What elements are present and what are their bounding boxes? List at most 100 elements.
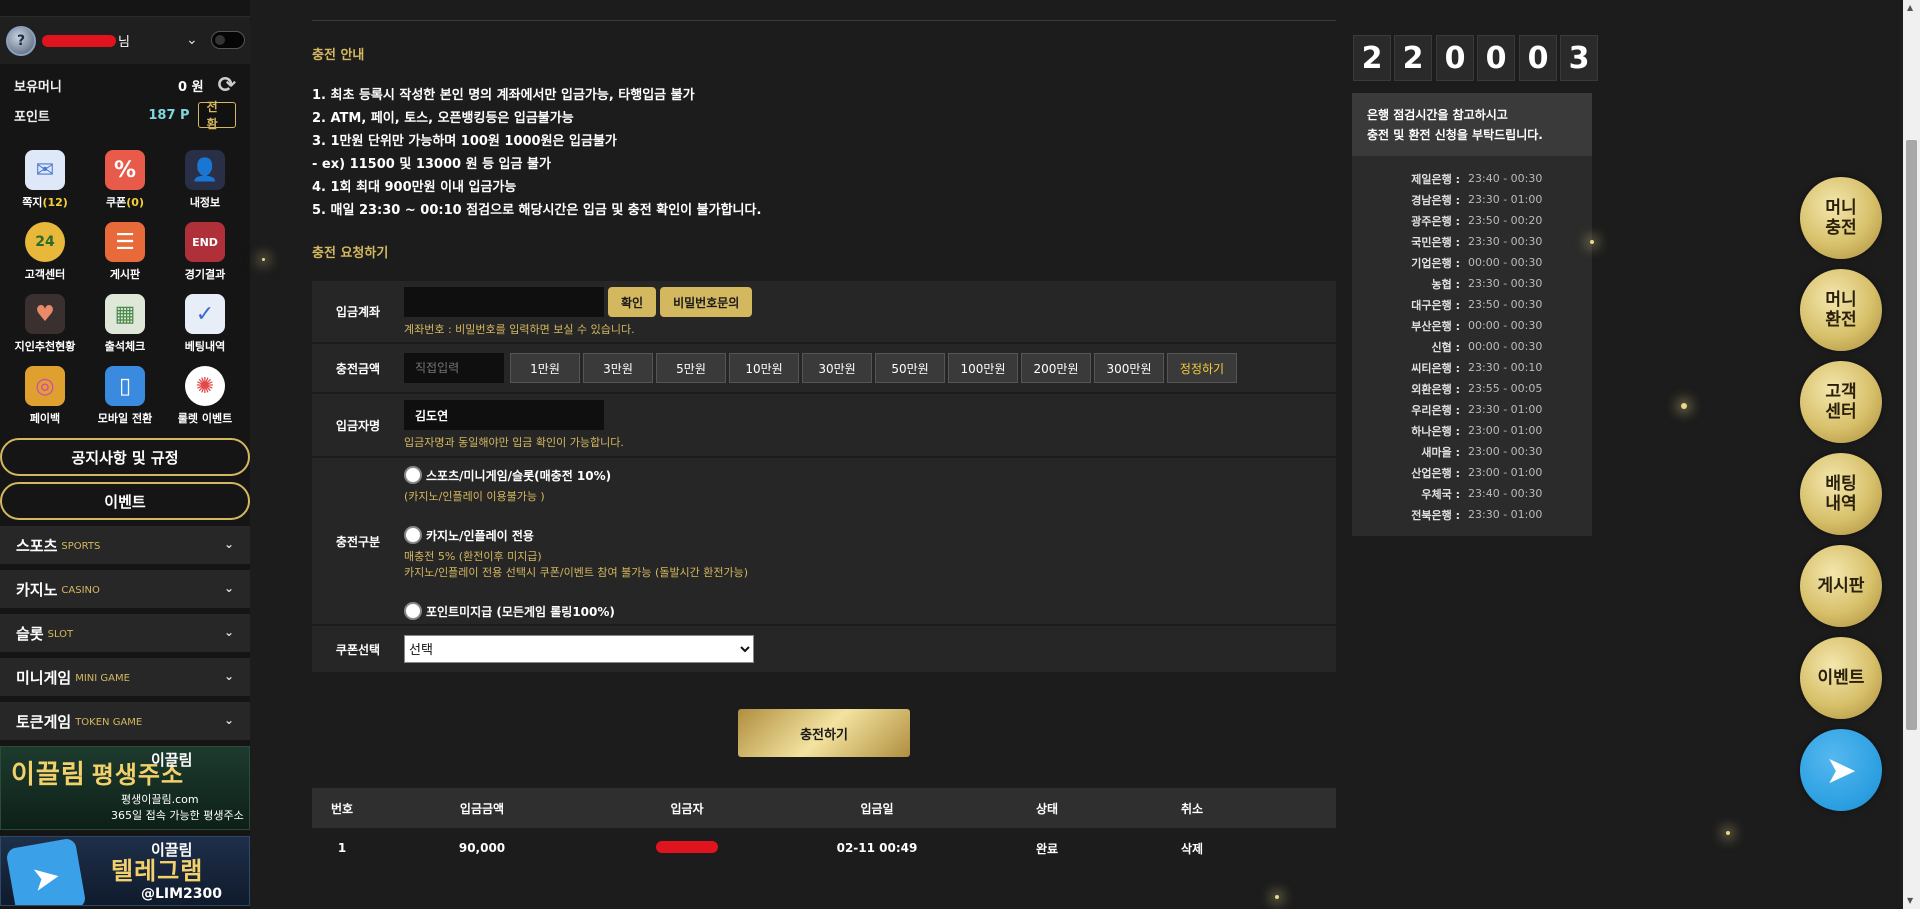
menu-item-label: 내정보 xyxy=(189,196,221,209)
theme-toggle[interactable] xyxy=(211,31,245,49)
telegram-banner[interactable]: 이끌림 텔레그램 @LIM2300 ➤ xyxy=(0,836,250,906)
payback-icon: ◎ xyxy=(25,366,65,406)
category-token-game[interactable]: 토큰게임 TOKEN GAME ⌄ xyxy=(0,702,250,740)
money-exchange-fab[interactable]: 머니 환전 xyxy=(1800,269,1882,351)
option-note: 카지노/인플레이 전용 선택시 쿠폰/이벤트 참여 불가능 (돌발시간 환전가능… xyxy=(404,566,749,579)
user-level-badge-icon: ? xyxy=(6,25,36,56)
notice-list: 1. 최초 등록시 작성한 본인 명의 계좌에서만 입금가능, 타행입금 불가 … xyxy=(312,84,761,222)
event-fab[interactable]: 이벤트 xyxy=(1800,637,1882,719)
scroll-up-icon[interactable]: ▲ xyxy=(1907,3,1913,12)
menu-item-label: 쪽지 xyxy=(22,196,43,209)
menu-item-label: 게시판 xyxy=(109,268,141,281)
charge-option-no-points[interactable]: 포인트미지급 (모든게임 롤링100%) xyxy=(404,602,1336,620)
amount-500k-button[interactable]: 50만원 xyxy=(875,353,945,383)
radio-button[interactable] xyxy=(404,526,422,544)
amount-2m-button[interactable]: 200만원 xyxy=(1021,353,1091,383)
menu-item-coupon[interactable]: % 쿠폰(0) xyxy=(85,150,165,210)
category-label-en: CASINO xyxy=(61,585,100,596)
user-bar: ? 님 ⌄ xyxy=(0,16,250,64)
amount-50k-button[interactable]: 5만원 xyxy=(656,353,726,383)
notice-line: - ex) 11500 및 13000 원 등 입금 불가 xyxy=(312,157,551,172)
menu-item-payback[interactable]: ◎ 페이백 xyxy=(5,366,85,426)
amount-3m-button[interactable]: 300만원 xyxy=(1094,353,1164,383)
category-sports[interactable]: 스포츠 SPORTS ⌄ xyxy=(0,526,250,564)
charge-submit-button[interactable]: 충전하기 xyxy=(738,709,910,757)
bank-panel-header: 은행 점검시간을 참고하시고 충전 및 환전 신청을 부탁드립니다. xyxy=(1352,93,1592,156)
convert-points-button[interactable]: 전환 xyxy=(197,100,236,131)
menu-item-label: 고객센터 xyxy=(24,268,66,281)
charge-type-row: 충전구분 스포츠/미니게임/슬롯(매충전 10%) (카지노/인플레이 이용불가… xyxy=(312,458,1336,626)
amount-30k-button[interactable]: 3만원 xyxy=(583,353,653,383)
charge-option-casino[interactable]: 카지노/인플레이 전용 xyxy=(404,526,1336,544)
scroll-thumb[interactable] xyxy=(1906,140,1917,730)
menu-item-message[interactable]: ✉ 쪽지(12) xyxy=(5,150,85,210)
menu-item-customer-center[interactable]: 24 고객센터 xyxy=(5,222,85,282)
option-note: 매충전 5% (환전이후 미지급) xyxy=(404,550,542,563)
password-inquiry-button[interactable]: 비밀번호문의 xyxy=(660,287,753,317)
notice-rules-button[interactable]: 공지사항 및 규정 xyxy=(0,438,250,476)
menu-item-mobile[interactable]: ▯ 모바일 전환 xyxy=(85,366,165,426)
the-end-icon: END xyxy=(185,222,225,262)
money-label: 보유머니 xyxy=(14,79,62,95)
menu-item-bet-history[interactable]: ✓ 베팅내역 xyxy=(165,294,245,354)
menu-item-board[interactable]: ☰ 게시판 xyxy=(85,222,165,282)
menu-item-roulette[interactable]: ✺ 룰렛 이벤트 xyxy=(165,366,245,426)
coupon-row: 쿠폰선택 선택 xyxy=(312,626,1336,674)
amount-10k-button[interactable]: 1만원 xyxy=(510,353,580,383)
banner-handle: @LIM2300 xyxy=(141,885,223,902)
bank-row: 경남은행 :23:30 - 01:00 xyxy=(1411,193,1543,207)
depositor-name-field[interactable]: 김도연 xyxy=(404,400,604,430)
money-charge-fab[interactable]: 머니 충전 xyxy=(1800,177,1882,259)
chevron-down-icon: ⌄ xyxy=(223,581,234,595)
page-scrollbar[interactable]: ▲ ▼ xyxy=(1903,0,1920,909)
money-row: 보유머니 0 원 ⟳ xyxy=(14,70,236,100)
event-button[interactable]: 이벤트 xyxy=(0,482,250,520)
bet-history-fab[interactable]: 배팅 내역 xyxy=(1800,453,1882,535)
account-password-input[interactable] xyxy=(404,287,604,317)
bank-row: 새마을 :23:00 - 00:30 xyxy=(1421,445,1543,459)
menu-item-my-info[interactable]: 👤 내정보 xyxy=(165,150,245,210)
category-label: 미니게임 xyxy=(16,668,72,687)
radio-button[interactable] xyxy=(404,602,422,620)
bank-row: 대구은행 :23:50 - 00:30 xyxy=(1411,298,1543,312)
menu-item-label: 베팅내역 xyxy=(184,340,226,353)
menu-item-label: 경기결과 xyxy=(184,268,226,281)
banner-brand: 이끌림 xyxy=(151,751,193,769)
chevron-down-icon: ⌄ xyxy=(223,625,234,639)
coupon-select[interactable]: 선택 xyxy=(404,635,754,663)
bank-row: 씨티은행 :23:30 - 00:10 xyxy=(1411,361,1543,375)
notice-line: 4. 1회 최대 900만원 이내 입금가능 xyxy=(312,180,517,195)
chevron-down-icon: ⌄ xyxy=(223,537,234,551)
points-row: 포인트 187 P 전환 xyxy=(14,100,236,131)
menu-item-referral[interactable]: ♥ 지인추천현황 xyxy=(5,294,85,354)
bank-row: 제일은행 :23:40 - 00:30 xyxy=(1411,172,1543,186)
amount-300k-button[interactable]: 30만원 xyxy=(802,353,872,383)
address-banner[interactable]: 이끌림 이끌림 평생주소 평생이끌림.com 365일 접속 가능한 평생주소 xyxy=(0,746,250,830)
menu-item-results[interactable]: END 경기결과 xyxy=(165,222,245,282)
amount-input[interactable] xyxy=(404,353,504,383)
row-delete-button[interactable]: 삭제 xyxy=(1122,840,1262,857)
category-casino[interactable]: 카지노 CASINO ⌄ xyxy=(0,570,250,608)
chevron-down-icon[interactable]: ⌄ xyxy=(186,32,198,48)
menu-item-attendance[interactable]: ▦ 출석체크 xyxy=(85,294,165,354)
user-name: 님 xyxy=(42,31,130,50)
category-mini-game[interactable]: 미니게임 MINI GAME ⌄ xyxy=(0,658,250,696)
board-fab[interactable]: 게시판 xyxy=(1800,545,1882,627)
charge-option-sports[interactable]: 스포츠/미니게임/슬롯(매충전 10%) xyxy=(404,466,1336,484)
radio-button[interactable] xyxy=(404,466,422,484)
category-slot[interactable]: 슬롯 SLOT ⌄ xyxy=(0,614,250,652)
scroll-down-icon[interactable]: ▼ xyxy=(1907,896,1913,905)
category-label-en: TOKEN GAME xyxy=(75,717,143,728)
bank-row: 부산은행 :00:00 - 00:30 xyxy=(1411,319,1543,333)
amount-1m-button[interactable]: 100만원 xyxy=(948,353,1018,383)
bank-row: 국민은행 :23:30 - 00:30 xyxy=(1411,235,1543,249)
amount-reset-button[interactable]: 정정하기 xyxy=(1167,353,1237,383)
telegram-icon[interactable]: ➤ xyxy=(1800,729,1882,811)
amount-100k-button[interactable]: 10만원 xyxy=(729,353,799,383)
bank-maintenance-panel: 은행 점검시간을 참고하시고 충전 및 환전 신청을 부탁드립니다. 제일은행 … xyxy=(1352,93,1592,536)
account-hint: 계좌번호 : 비밀번호를 입력하면 보실 수 있습니다. xyxy=(404,323,635,336)
account-confirm-button[interactable]: 확인 xyxy=(608,287,657,317)
customer-center-fab[interactable]: 고객 센터 xyxy=(1800,361,1882,443)
refresh-icon[interactable]: ⟳ xyxy=(218,73,236,98)
category-label: 토큰게임 xyxy=(16,712,72,731)
